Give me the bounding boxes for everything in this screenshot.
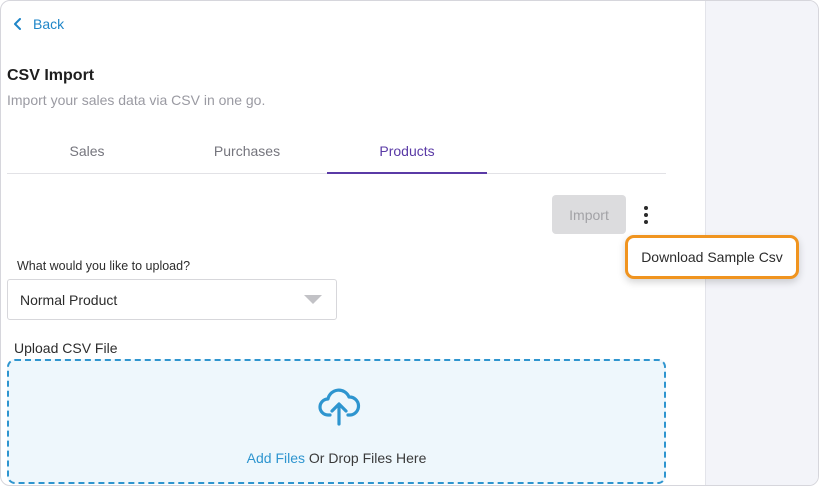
kebab-menu-icon[interactable] xyxy=(637,204,655,228)
chevron-left-icon xyxy=(14,18,21,30)
add-files-link[interactable]: Add Files xyxy=(247,450,305,466)
tab-purchases[interactable]: Purchases xyxy=(167,129,327,173)
upload-type-select[interactable]: Normal Product xyxy=(7,279,337,320)
back-label: Back xyxy=(33,16,65,32)
cloud-upload-icon xyxy=(318,388,361,426)
download-sample-csv-item[interactable]: Download Sample Csv xyxy=(641,249,783,265)
page-subtitle: Import your sales data via CSV in one go… xyxy=(7,92,266,108)
tab-products[interactable]: Products xyxy=(327,129,487,174)
tab-sales[interactable]: Sales xyxy=(7,129,167,173)
page-title: CSV Import xyxy=(7,67,95,84)
import-button[interactable]: Import xyxy=(552,195,626,234)
dropzone-text: Add Files Or Drop Files Here xyxy=(9,450,664,466)
file-dropzone[interactable]: Add Files Or Drop Files Here xyxy=(7,359,666,484)
drop-files-text: Or Drop Files Here xyxy=(305,450,427,466)
upload-type-value: Normal Product xyxy=(20,291,118,308)
back-link[interactable]: Back xyxy=(13,14,64,34)
upload-file-label: Upload CSV File xyxy=(14,340,118,356)
csv-import-window: Back CSV Import Import your sales data v… xyxy=(0,0,819,486)
upload-type-label: What would you like to upload? xyxy=(17,259,191,273)
import-tabs: Sales Purchases Products xyxy=(7,129,666,174)
caret-down-icon xyxy=(304,295,322,304)
actions-dropdown-menu: Download Sample Csv xyxy=(625,235,799,279)
